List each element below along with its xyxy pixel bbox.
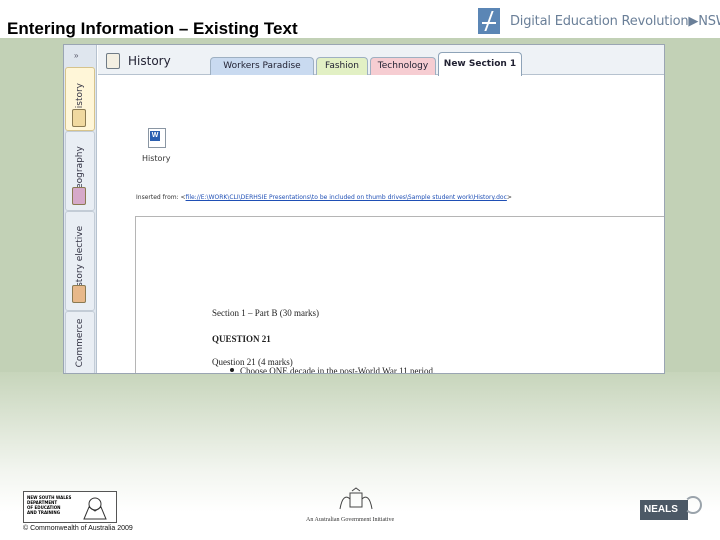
doc-bullet	[230, 368, 234, 372]
file-label: History	[142, 154, 171, 163]
notebook-navigation: » History Geography History elective Com…	[64, 45, 97, 373]
doc-bullet-text: Choose ONE decade in the post-World War …	[240, 366, 436, 374]
word-document-icon[interactable]	[148, 128, 166, 148]
inserted-document: Section 1 – Part B (30 marks) QUESTION 2…	[135, 216, 664, 374]
doc-section-heading: Section 1 – Part B (30 marks)	[212, 308, 319, 318]
nsw-department-logo: NEW SOUTH WALES DEPARTMENT OF EDUCATION …	[23, 491, 117, 523]
section-tab-workers-paradise[interactable]: Workers Paradise	[210, 57, 314, 75]
nsw-crest-icon	[83, 497, 107, 520]
neals-logo: NEALS	[640, 496, 702, 524]
section-tab-bar: History Workers Paradise Fashion Technol…	[98, 45, 664, 76]
notebook-book-icon	[72, 285, 86, 303]
dept-logo-text: NEW SOUTH WALES DEPARTMENT OF EDUCATION …	[27, 495, 72, 515]
copyright: © Commonwealth of Australia 2009	[23, 525, 133, 532]
notebook-tab-label: Commerce	[75, 318, 85, 368]
neals-ring-icon	[684, 496, 702, 514]
notebook-book-icon	[72, 187, 86, 205]
doc-question-heading: QUESTION 21	[212, 334, 271, 344]
collapse-toggle-icon[interactable]: »	[74, 51, 86, 61]
inserted-from-note: Inserted from: <file://E:\WORK\CLI\DERHS…	[136, 194, 512, 201]
section-tab-new-section-1[interactable]: New Section 1	[438, 52, 522, 76]
slide-title: Entering Information – Existing Text	[7, 19, 298, 38]
page-content[interactable]: History Inserted from: <file://E:\WORK\C…	[98, 76, 664, 374]
australian-coat-of-arms-icon	[339, 487, 373, 510]
notebook-book-icon	[72, 109, 86, 127]
notebook-title: History	[128, 54, 171, 68]
inserted-file-link[interactable]: file://E:\WORK\CLI\DERHSIE Presentations…	[186, 194, 507, 201]
brand-text: Digital Education Revolution▶NSW	[510, 13, 720, 29]
section-tab-technology[interactable]: Technology	[370, 57, 436, 75]
section-tab-fashion[interactable]: Fashion	[316, 57, 368, 75]
neals-text: NEALS	[644, 504, 678, 515]
brand-logo: Digital Education Revolution▶NSW	[478, 8, 720, 34]
gov-initiative-text: An Australian Government Initiative	[306, 517, 395, 523]
onenote-screenshot: » History Geography History elective Com…	[63, 44, 665, 374]
notebook-tab-commerce[interactable]: Commerce	[65, 311, 95, 373]
notebook-icon	[106, 53, 120, 69]
brand-mark-icon	[478, 8, 500, 34]
